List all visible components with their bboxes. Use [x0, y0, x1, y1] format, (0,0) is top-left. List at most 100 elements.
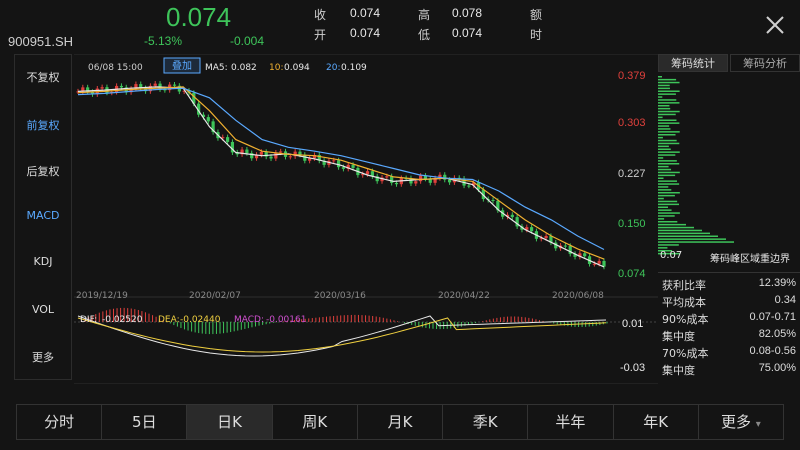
chart-datetime: 06/08 15:00: [88, 63, 143, 73]
chip-bar: [658, 247, 668, 249]
tab-5day[interactable]: 5日: [102, 405, 188, 439]
chevron-down-icon: ▾: [755, 419, 761, 430]
tab-chip-analysis[interactable]: 筹码分析: [730, 54, 800, 72]
close-button[interactable]: [762, 12, 788, 38]
price-tick: 0.074: [618, 268, 646, 280]
chip-tabs: 筹码统计 筹码分析: [658, 54, 800, 72]
backward-adjust-button[interactable]: 后复权: [15, 163, 71, 179]
close-label: 收: [314, 8, 327, 22]
candle-body: [592, 263, 596, 265]
low-label: 低: [418, 28, 431, 42]
dea-label: DEA:: [158, 315, 180, 325]
stat-value: 12.39%: [758, 277, 796, 289]
stat-label: 集中度: [662, 364, 695, 377]
chip-bar: [658, 154, 676, 156]
chip-bar: [658, 171, 680, 174]
stat-label: 集中度: [662, 330, 695, 343]
stat-row: 70%成本 0.08-0.56: [658, 345, 800, 361]
chip-bar: [658, 223, 686, 226]
candle-body: [414, 181, 418, 184]
kdj-button[interactable]: KDJ: [15, 255, 71, 268]
chip-bar: [658, 128, 671, 130]
chip-bar: [658, 200, 678, 203]
current-price: 0.074: [166, 2, 232, 32]
ma5-label: MA5:: [205, 63, 228, 73]
kline-chart[interactable]: 06/08 15:00 叠加 MA5: 0.082 10: 0.094 20: …: [74, 54, 658, 384]
chip-bar: [658, 241, 734, 243]
tab-yearly-k[interactable]: 年K: [614, 405, 699, 439]
tab-weekly-k[interactable]: 周K: [273, 405, 358, 439]
open-value: 0.074: [350, 26, 381, 40]
chip-bar: [658, 194, 675, 197]
macd-value: -0.00161: [266, 315, 306, 325]
chip-bar: [658, 119, 677, 121]
chip-bar: [658, 90, 680, 92]
chip-bar: [658, 160, 677, 162]
tab-intraday[interactable]: 分时: [17, 405, 103, 439]
chip-bar: [658, 226, 694, 229]
forward-adjust-button[interactable]: 前复权: [15, 117, 71, 133]
candle-body: [288, 156, 292, 158]
tab-daily-k[interactable]: 日K: [187, 405, 273, 439]
tab-half-year[interactable]: 半年: [528, 405, 614, 439]
candle-body: [336, 160, 341, 168]
overlay-button-label[interactable]: 叠加: [172, 60, 192, 72]
chip-bar: [658, 209, 672, 211]
chip-bar: [658, 186, 669, 188]
stat-label: 90%成本: [662, 313, 709, 326]
tab-monthly-k[interactable]: 月K: [358, 405, 444, 439]
candle-body: [341, 167, 346, 169]
no-adjust-button[interactable]: 不复权: [15, 69, 71, 85]
candle-body: [447, 179, 452, 183]
tab-more[interactable]: 更多 ▾: [699, 405, 783, 439]
chip-bar: [658, 107, 671, 110]
stock-code: 900951.SH: [8, 34, 74, 49]
indicator-panel: 不复权 前复权 后复权 MACD KDJ VOL 更多: [14, 54, 72, 380]
candle-body: [100, 87, 104, 89]
chip-min-price: 0.07: [660, 250, 683, 261]
candle-body: [225, 137, 230, 142]
date-tick: 2020/03/16: [314, 291, 366, 301]
chip-bar: [658, 136, 663, 139]
candle-body: [153, 83, 157, 86]
macd-axis-bottom: -0.03: [620, 362, 646, 374]
price-tick: 0.379: [618, 70, 646, 82]
chip-bar: [658, 183, 680, 185]
candle-body: [119, 85, 124, 88]
stat-label: 获利比率: [662, 279, 706, 292]
chip-bar: [658, 84, 670, 87]
chip-stats-table: 获利比率 12.39% 平均成本 0.34 90%成本 0.07-0.71 集中…: [658, 272, 800, 382]
tab-quarterly-k[interactable]: 季K: [443, 405, 529, 439]
candle-body: [269, 156, 273, 159]
date-tick: 2020/06/08: [552, 291, 604, 301]
price-tick: 0.227: [618, 168, 646, 180]
chip-bar: [658, 165, 669, 168]
chip-bar: [658, 189, 672, 191]
stat-row: 平均成本 0.34: [658, 294, 800, 310]
macd-button[interactable]: MACD: [15, 209, 71, 222]
stat-row: 集中度 75.00%: [658, 362, 800, 378]
chip-bar: [658, 157, 664, 159]
tab-chip-stats[interactable]: 筹码统计: [658, 54, 728, 72]
chip-bar: [658, 87, 670, 90]
candle-body: [467, 185, 471, 187]
candle-body: [530, 227, 534, 232]
stat-row: 获利比率 12.39%: [658, 277, 800, 293]
chip-bar: [658, 131, 680, 133]
chip-bar: [658, 78, 677, 81]
chip-bar: [658, 76, 662, 78]
more-indicators-button[interactable]: 更多: [15, 349, 71, 365]
chip-bar: [658, 215, 675, 217]
chip-bars: [658, 76, 734, 255]
chip-bar: [658, 212, 680, 214]
chip-bar: [658, 102, 680, 104]
ma20-value: 0.109: [341, 63, 367, 73]
date-tick: 2020/04/22: [438, 291, 490, 301]
chip-bar: [658, 203, 680, 206]
candle-body: [298, 151, 302, 155]
chip-bar: [658, 218, 665, 220]
chip-bar: [658, 148, 671, 150]
dif-label: DIF:: [80, 315, 97, 325]
vol-button[interactable]: VOL: [15, 303, 71, 316]
candle-body: [563, 245, 567, 247]
